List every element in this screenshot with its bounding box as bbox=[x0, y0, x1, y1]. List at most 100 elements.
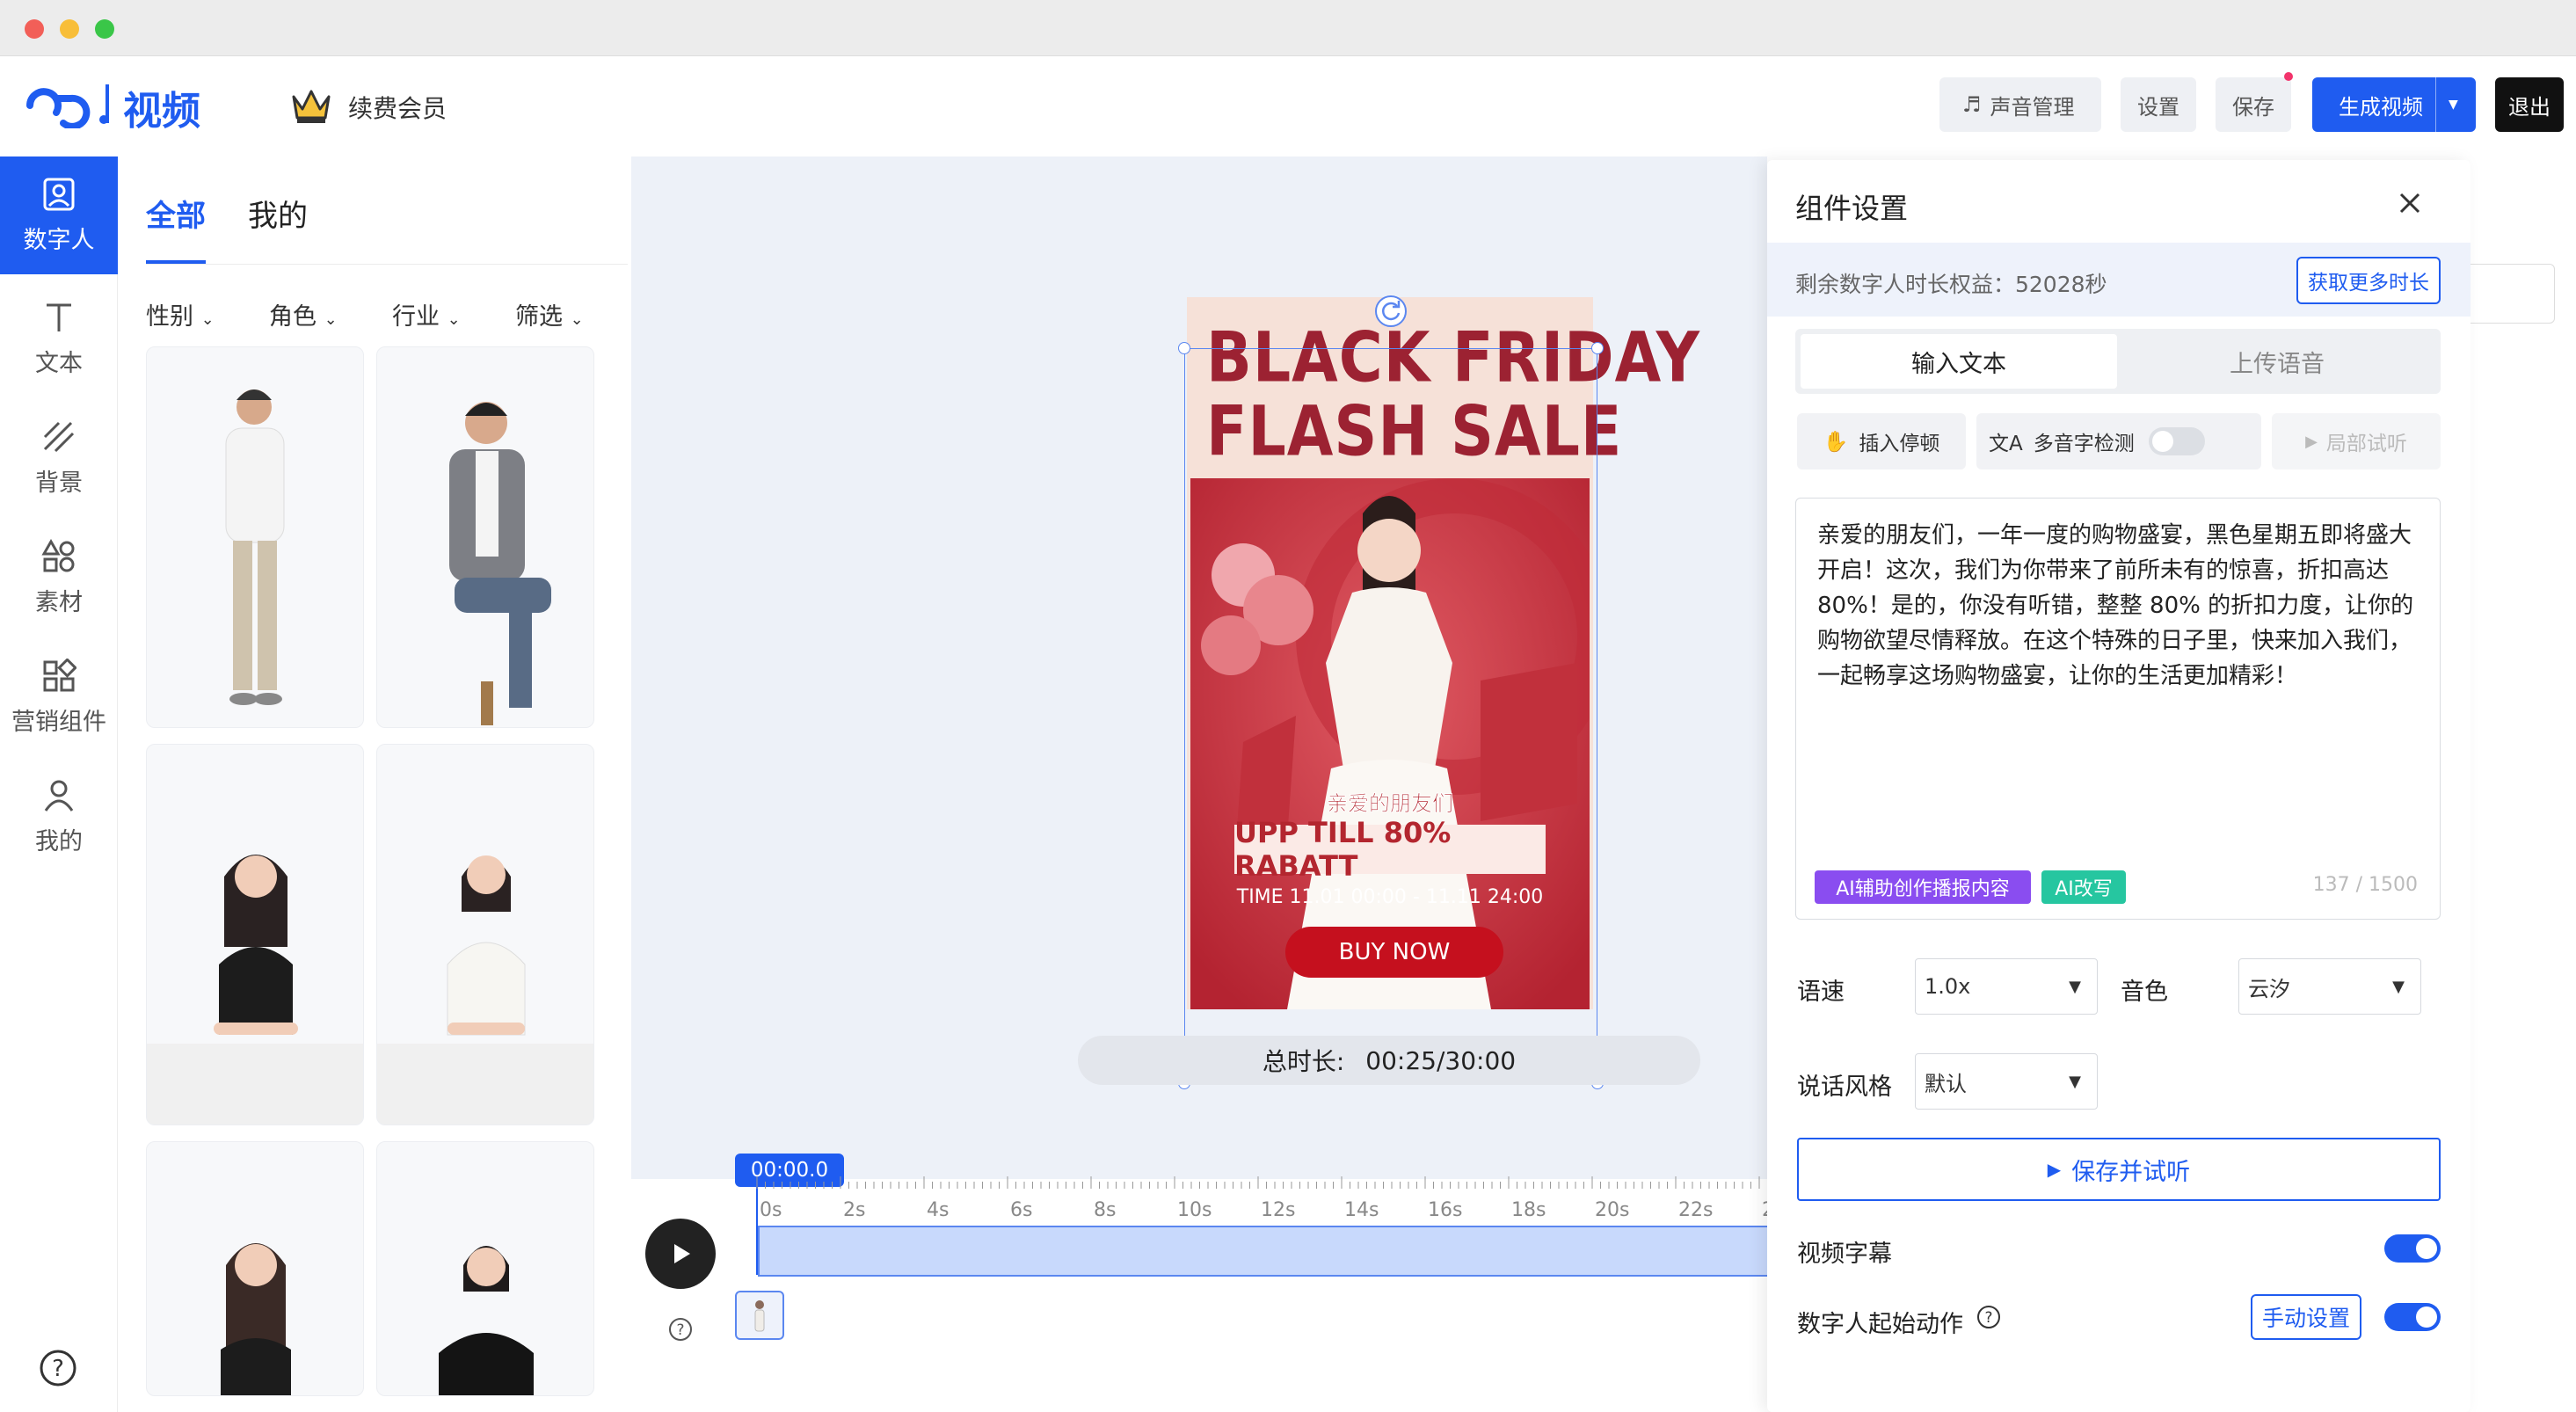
filter-gender[interactable]: 性别 ⌄ bbox=[146, 297, 215, 331]
avatar-thumbnail bbox=[449, 402, 551, 725]
nav-marketing[interactable]: 营销组件 bbox=[0, 638, 118, 756]
play-icon bbox=[674, 1244, 690, 1263]
maximize-window-icon[interactable] bbox=[95, 19, 114, 39]
tick-label: 4s bbox=[927, 1199, 950, 1221]
resize-handle[interactable] bbox=[1591, 342, 1604, 354]
subtitle-label: 视频字幕 bbox=[1797, 1241, 1892, 1268]
crown-icon bbox=[292, 90, 331, 123]
svg-text:?: ? bbox=[1984, 1309, 1992, 1327]
save-button[interactable]: 保存 bbox=[2216, 77, 2291, 132]
translate-icon: 文A bbox=[1989, 433, 2023, 455]
tick-label: 14s bbox=[1344, 1199, 1379, 1221]
nav-mine[interactable]: 我的 bbox=[0, 758, 118, 876]
style-select[interactable]: 默认 ▼ bbox=[1915, 1053, 2098, 1110]
polyphone-check: 文A 多音字检测 bbox=[1976, 413, 2261, 469]
clip-thumbnail[interactable] bbox=[735, 1291, 784, 1340]
nav-digital-human[interactable]: 数字人 bbox=[0, 156, 118, 274]
chevron-down-icon: ⌄ bbox=[200, 310, 215, 329]
script-textarea[interactable]: 亲爱的朋友们，一年一度的购物盛宴，黑色星期五即将盛大开启！这次，我们为你带来了前… bbox=[1795, 498, 2441, 920]
avatar-card[interactable] bbox=[376, 346, 594, 728]
insert-pause-button[interactable]: ✋ 插入停顿 bbox=[1797, 413, 1966, 469]
close-window-icon[interactable] bbox=[25, 19, 44, 39]
logo-text: 视频 bbox=[123, 89, 200, 134]
manual-setting-button[interactable]: 手动设置 bbox=[2251, 1294, 2361, 1340]
save-and-preview-button[interactable]: ▶ 保存并试听 bbox=[1797, 1138, 2441, 1201]
avatar-card[interactable] bbox=[146, 1141, 364, 1396]
filter-role[interactable]: 角色 ⌄ bbox=[269, 297, 338, 331]
chevron-down-icon: ⌄ bbox=[570, 310, 584, 329]
window-titlebar bbox=[0, 0, 2576, 56]
logo-divider bbox=[106, 84, 109, 123]
filter-industry[interactable]: 行业 ⌄ bbox=[392, 297, 461, 331]
user-icon bbox=[44, 780, 74, 812]
settings-button[interactable]: 设置 bbox=[2121, 77, 2196, 132]
caret-down-icon: ▼ bbox=[2392, 977, 2405, 996]
avatar-card[interactable] bbox=[146, 744, 364, 1125]
quota-text: 剩余数字人时长权益：52028秒 bbox=[1795, 272, 2107, 297]
music-icon: ♬ bbox=[1962, 92, 1982, 117]
nav-background[interactable]: 背景 bbox=[0, 399, 118, 517]
hand-icon: ✋ bbox=[1823, 430, 1849, 454]
generate-video-button[interactable]: 生成视频 ▼ bbox=[2312, 77, 2476, 132]
avatar-thumbnail bbox=[377, 855, 593, 1125]
right-strip bbox=[2470, 156, 2576, 1412]
script-text: 亲爱的朋友们，一年一度的购物盛宴，黑色星期五即将盛大开启！这次，我们为你带来了前… bbox=[1817, 522, 2414, 689]
speed-select[interactable]: 1.0x ▼ bbox=[1915, 958, 2098, 1015]
polyphone-toggle[interactable] bbox=[2149, 427, 2205, 455]
sound-manage-button[interactable]: ♬ 声音管理 bbox=[1939, 77, 2101, 132]
ai-rewrite-button[interactable]: AI改写 bbox=[2041, 870, 2126, 904]
total-duration: 总时长: 00:25/30:00 bbox=[1078, 1036, 1700, 1085]
rotate-icon[interactable] bbox=[1373, 294, 1408, 329]
voice-label: 音色 bbox=[2121, 979, 2168, 1006]
style-label: 说话风格 bbox=[1797, 1074, 1892, 1101]
tab-upload-audio[interactable]: 上传语音 bbox=[2119, 334, 2435, 389]
nav-text[interactable]: 文本 bbox=[0, 280, 118, 397]
tab-divider bbox=[146, 264, 628, 265]
caret-down-icon: ▼ bbox=[2069, 977, 2081, 996]
logo-icon bbox=[26, 88, 108, 128]
timeline-help-icon[interactable]: ? bbox=[668, 1317, 693, 1342]
minimize-window-icon[interactable] bbox=[60, 19, 79, 39]
tab-all[interactable]: 全部 bbox=[146, 192, 206, 235]
svg-text:?: ? bbox=[676, 1321, 684, 1339]
property-input[interactable] bbox=[2470, 264, 2555, 324]
marketing-icon bbox=[43, 658, 76, 691]
start-action-toggle[interactable] bbox=[2384, 1303, 2441, 1331]
avatar-thumbnail bbox=[439, 1246, 534, 1395]
close-icon[interactable] bbox=[2397, 190, 2423, 216]
partial-preview-button[interactable]: ▶ 局部试听 bbox=[2272, 413, 2441, 469]
resize-handle[interactable] bbox=[1178, 342, 1190, 354]
digital-human-icon bbox=[43, 178, 75, 210]
tick-label: 22s bbox=[1678, 1199, 1714, 1221]
avatar-thumbnail bbox=[147, 855, 363, 1125]
svg-text:?: ? bbox=[52, 1356, 64, 1382]
ai-assist-button[interactable]: AI辅助创作播报内容 bbox=[1815, 870, 2031, 904]
help-icon[interactable]: ? bbox=[39, 1349, 77, 1387]
speed-label: 语速 bbox=[1797, 979, 1845, 1006]
char-counter: 137 / 1500 bbox=[2312, 874, 2418, 896]
chevron-down-icon: ⌄ bbox=[447, 310, 461, 329]
subtitle-toggle[interactable] bbox=[2384, 1234, 2441, 1263]
avatar-card[interactable] bbox=[146, 346, 364, 728]
tab-input-text[interactable]: 输入文本 bbox=[1801, 334, 2117, 389]
chevron-down-icon[interactable]: ▼ bbox=[2435, 77, 2458, 132]
timeline-track[interactable] bbox=[758, 1226, 1767, 1277]
tick-label: 20s bbox=[1595, 1199, 1630, 1221]
info-icon[interactable]: ? bbox=[1976, 1305, 2001, 1329]
voice-select[interactable]: 云汐 ▼ bbox=[2238, 958, 2421, 1015]
renew-membership-link[interactable]: 续费会员 bbox=[348, 90, 447, 125]
tick-label: 0s bbox=[760, 1199, 782, 1221]
tick-label: 2s bbox=[843, 1199, 866, 1221]
get-more-time-button[interactable]: 获取更多时长 bbox=[2296, 257, 2441, 304]
filter-more[interactable]: 筛选 ⌄ bbox=[515, 297, 584, 331]
tick-label: 8s bbox=[1094, 1199, 1117, 1221]
material-icon bbox=[41, 538, 75, 571]
play-button[interactable] bbox=[645, 1219, 716, 1289]
selection-frame[interactable] bbox=[1184, 348, 1597, 1083]
nav-material[interactable]: 素材 bbox=[0, 519, 118, 637]
exit-button[interactable]: 退出 bbox=[2495, 77, 2564, 132]
tab-mine[interactable]: 我的 bbox=[248, 192, 308, 235]
unsaved-dot bbox=[2284, 72, 2293, 81]
avatar-card[interactable] bbox=[376, 1141, 594, 1396]
avatar-card[interactable] bbox=[376, 744, 594, 1125]
